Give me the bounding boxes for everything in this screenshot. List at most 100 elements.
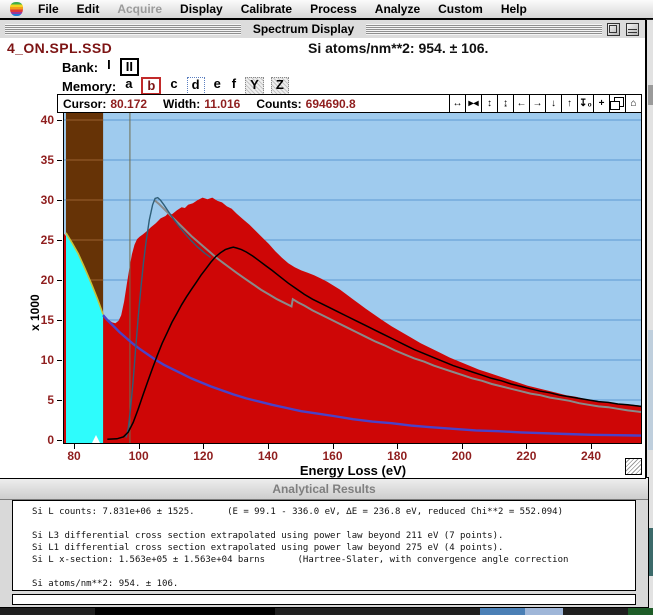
memory-option-c[interactable]: c [168, 77, 179, 95]
menu-item-display[interactable]: Display [171, 0, 232, 18]
menu-item-edit[interactable]: Edit [68, 0, 109, 18]
y-tick [57, 400, 62, 401]
contract-horizontal-button[interactable]: ▸◂ [465, 95, 481, 112]
menu-item-process[interactable]: Process [301, 0, 366, 18]
x-tick-label: 240 [573, 449, 609, 463]
y-tick [57, 200, 62, 201]
memory-option-y[interactable]: Y [245, 77, 264, 95]
x-tick-label: 80 [56, 449, 92, 463]
copy-display-icon [614, 97, 624, 107]
menu-item-file[interactable]: File [29, 0, 68, 18]
background-window-detail [648, 85, 653, 105]
desktop-icon-patch [95, 608, 275, 615]
spectrum-file-name: 4_ON.SPL.SSD [7, 40, 112, 56]
desktop-icon-patch [480, 608, 525, 615]
x-tick-label: 120 [185, 449, 221, 463]
bank-option-i[interactable]: I [105, 58, 113, 76]
cursor-status-bar: Cursor: 80.172 Width: 11.016 Counts: 694… [57, 94, 642, 113]
resize-handle[interactable] [625, 458, 642, 475]
display-toolbar: ↔▸◂↕↨←→↓↑↧₀+ ⌂ [449, 95, 641, 112]
results-window-title: Analytical Results [272, 482, 375, 496]
bank-option-ii[interactable]: II [120, 58, 139, 76]
memory-selector: Memory: abcdefYZ [62, 77, 289, 95]
spectrum-chart [64, 113, 641, 443]
cursor-value: 80.172 [110, 97, 147, 111]
y-tick-label: 0 [20, 433, 54, 447]
results-text: Si L counts: 7.831e+06 ± 1525. (E = 99.1… [13, 501, 635, 590]
y-tick [57, 320, 62, 321]
menu-item-analyze[interactable]: Analyze [366, 0, 429, 18]
spectrum-plot-area[interactable] [63, 112, 642, 444]
contract-vertical-button[interactable]: ↨ [497, 95, 513, 112]
floor-zero-button[interactable]: ↧₀ [577, 95, 593, 112]
spectrum-window-body: 4_ON.SPL.SSD Si atoms/nm**2: 954. ± 106.… [0, 38, 645, 478]
menu-bar: FileEditAcquireDisplayCalibrateProcessAn… [0, 0, 653, 19]
y-tick-label: 40 [20, 113, 54, 127]
desktop-icon-patch [525, 608, 563, 615]
spectrum-window-titlebar[interactable]: Spectrum Display [0, 20, 645, 39]
width-label: Width: [163, 97, 200, 111]
memory-label: Memory: [62, 79, 116, 94]
y-tick-label: 35 [20, 153, 54, 167]
memory-option-z[interactable]: Z [271, 77, 289, 95]
width-value: 11.016 [204, 97, 240, 111]
x-tick-label: 100 [121, 449, 157, 463]
spectrum-window-title: Spectrum Display [246, 22, 361, 36]
scroll-left-button[interactable]: ← [513, 95, 529, 112]
x-tick-label: 180 [379, 449, 415, 463]
memory-items: abcdefYZ [123, 77, 289, 95]
y-tick-label: 30 [20, 193, 54, 207]
center-move-button[interactable]: + [593, 95, 609, 112]
copy-display-button[interactable] [609, 95, 625, 112]
bank-items: III [105, 58, 139, 76]
bank-label: Bank: [62, 60, 98, 75]
results-window-titlebar[interactable]: Analytical Results [0, 478, 648, 500]
memory-option-a[interactable]: a [123, 77, 134, 95]
x-tick-label: 200 [444, 449, 480, 463]
cursor-label: Cursor: [63, 97, 106, 111]
y-tick-label: 10 [20, 353, 54, 367]
titlebar-stripes [5, 24, 241, 35]
menu-item-help[interactable]: Help [492, 0, 536, 18]
x-tick-label: 160 [315, 449, 351, 463]
counts-value: 694690.8 [306, 97, 356, 111]
scale-down-button[interactable]: ↓ [545, 95, 561, 112]
scroll-right-button[interactable]: → [529, 95, 545, 112]
y-tick [57, 440, 62, 441]
y-tick [57, 160, 62, 161]
memory-option-b[interactable]: b [141, 77, 161, 95]
scale-up-button[interactable]: ↑ [561, 95, 577, 112]
home-view-button[interactable]: ⌂ [625, 95, 641, 112]
expand-horizontal-button[interactable]: ↔ [449, 95, 465, 112]
bank-selector: Bank: III [62, 58, 139, 76]
menu-item-calibrate[interactable]: Calibrate [232, 0, 301, 18]
x-tick-label: 220 [508, 449, 544, 463]
spectrum-display-window: Spectrum Display 4_ON.SPL.SSD Si atoms/n… [0, 20, 645, 478]
collapse-box-button[interactable] [626, 23, 639, 36]
memory-option-d[interactable]: d [187, 77, 205, 95]
expand-vertical-button[interactable]: ↕ [481, 95, 497, 112]
y-axis-title: x 1000 [28, 281, 44, 345]
header-result-value: Si atoms/nm**2: 954. ± 106. [308, 40, 488, 56]
results-entry-line[interactable] [12, 594, 636, 605]
menu-item-custom[interactable]: Custom [429, 0, 492, 18]
menu-items: FileEditAcquireDisplayCalibrateProcessAn… [29, 0, 536, 18]
desktop-background [0, 608, 653, 615]
zoom-box-button[interactable] [607, 23, 620, 36]
y-tick [57, 360, 62, 361]
desktop-screen: FileEditAcquireDisplayCalibrateProcessAn… [0, 0, 653, 615]
memory-option-e[interactable]: e [212, 77, 223, 95]
x-axis-title: Energy Loss (eV) [253, 463, 453, 478]
counts-label: Counts: [256, 97, 301, 111]
desktop-icon-patch [628, 608, 653, 615]
y-tick [57, 240, 62, 241]
menu-item-acquire[interactable]: Acquire [108, 0, 171, 18]
titlebar-stripes [366, 24, 602, 35]
analytical-results-window: Analytical Results Si L counts: 7.831e+0… [0, 478, 648, 607]
results-text-panel: Si L counts: 7.831e+06 ± 1525. (E = 99.1… [12, 500, 636, 591]
x-tick-label: 140 [250, 449, 286, 463]
y-tick-label: 5 [20, 393, 54, 407]
apple-menu-icon[interactable] [10, 2, 23, 16]
y-tick [57, 120, 62, 121]
memory-option-f[interactable]: f [230, 77, 238, 95]
